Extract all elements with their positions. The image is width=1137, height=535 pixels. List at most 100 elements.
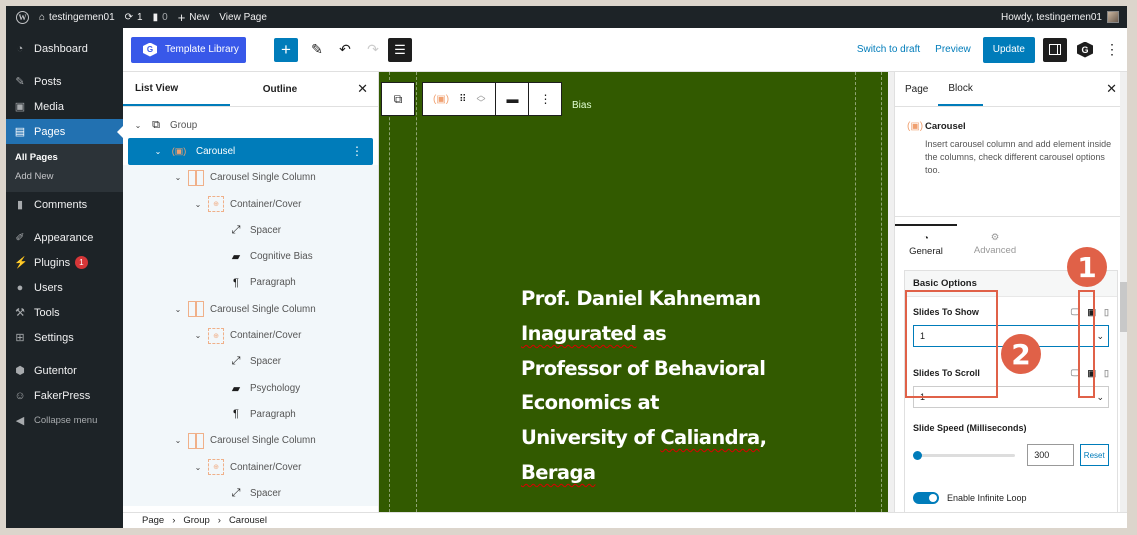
chevron-right-icon: ›	[217, 515, 221, 526]
chevron-down-icon[interactable]: ⌄	[173, 305, 183, 314]
gutentor-icon: ⬢	[15, 365, 25, 377]
menu-users[interactable]: ● Users	[6, 275, 123, 300]
close-list-view-button[interactable]: ✕	[357, 72, 368, 106]
menu-media[interactable]: ▣ Media	[6, 94, 123, 119]
menu-plugins[interactable]: ⚡ Plugins 1	[6, 250, 123, 275]
comments-link[interactable]: ▮ 0	[153, 12, 168, 23]
site-link[interactable]: ⌂ testingemen01	[39, 12, 115, 23]
menu-dashboard[interactable]: ◔ Dashboard	[6, 36, 123, 61]
menu-pages[interactable]: ▤ Pages	[6, 119, 123, 144]
list-view-toggle[interactable]: ☰	[388, 37, 412, 62]
refresh-icon: ⟳	[124, 11, 134, 23]
chevron-down-icon[interactable]: ⌄	[173, 436, 183, 445]
column-guide	[416, 72, 417, 512]
list-item-carousel-single-column[interactable]: ⌄ Carousel Single Column	[123, 427, 378, 454]
chevron-down-icon[interactable]: ⌄	[193, 463, 203, 472]
tab-page[interactable]: Page	[895, 72, 938, 106]
infinite-loop-toggle[interactable]	[913, 492, 939, 504]
menu-tools[interactable]: ⚒ Tools	[6, 300, 123, 325]
list-item-paragraph[interactable]: ¶ Paragraph	[123, 269, 378, 297]
carousel-paragraph[interactable]: Prof. Daniel Kahneman Inagurated as Prof…	[521, 282, 767, 491]
new-content-link[interactable]: + New	[178, 10, 210, 25]
menu-gutentor[interactable]: ⬢ Gutentor	[6, 358, 123, 383]
submenu-add-new[interactable]: Add New	[6, 167, 123, 186]
list-item-container-cover[interactable]: ⌄ ⊕ Container/Cover	[123, 453, 378, 481]
block-type-button[interactable]: (▣) ⠿ ︿ ﹀	[423, 83, 497, 115]
tab-list-view[interactable]: List View	[123, 72, 230, 106]
undo-button[interactable]: ↶	[336, 38, 354, 62]
pages-submenu: All Pages Add New	[6, 144, 123, 192]
reset-button[interactable]: Reset	[1079, 444, 1109, 466]
submenu-all-pages[interactable]: All Pages	[6, 148, 123, 167]
wordpress-logo[interactable]: W	[16, 10, 29, 24]
block-card: (▣) Carousel Insert carousel column and …	[895, 107, 1127, 217]
breadcrumb-page[interactable]: Page	[142, 515, 164, 526]
select-parent-button[interactable]: ⧉	[382, 83, 414, 115]
list-item-cognitive-bias[interactable]: ▰ Cognitive Bias	[123, 243, 378, 270]
redo-button[interactable]: ↷	[364, 38, 382, 62]
updates-link[interactable]: ⟳ 1	[125, 12, 143, 23]
alignment-button[interactable]: ▬	[496, 83, 530, 115]
tab-block[interactable]: Block	[938, 72, 983, 106]
template-library-button[interactable]: G Template Library	[131, 36, 246, 63]
list-item-spacer[interactable]: ⤢ Spacer	[123, 348, 378, 375]
chevron-down-icon[interactable]: ⌄	[193, 331, 203, 340]
slide-speed-slider[interactable]	[913, 450, 1016, 460]
breadcrumb-group[interactable]: Group	[183, 515, 209, 526]
close-settings-button[interactable]: ✕	[1106, 72, 1117, 106]
tools-button[interactable]: ✎	[308, 38, 326, 62]
chevron-down-icon[interactable]: ⌄	[173, 173, 183, 182]
wrench-icon: ⚒	[15, 307, 25, 319]
slide-speed-input[interactable]: 300	[1027, 444, 1074, 466]
drag-handle-icon[interactable]: ⠿	[459, 94, 466, 105]
settings-sidebar-toggle[interactable]	[1043, 37, 1067, 62]
carousel-block[interactable]: ⧉ (▣) ⠿ ︿ ﹀ ▬ ⋮ Bias Prof. Daniel Kahnema…	[379, 72, 888, 512]
menu-posts[interactable]: ✎ Posts	[6, 69, 123, 94]
tab-outline[interactable]: Outline	[230, 72, 330, 106]
menu-appearance[interactable]: ✐ Appearance	[6, 225, 123, 250]
menu-comments[interactable]: ▮ Comments	[6, 192, 123, 217]
update-button[interactable]: Update	[982, 36, 1035, 63]
mobile-icon[interactable]: ▯	[1104, 368, 1109, 379]
close-icon: ✕	[1106, 81, 1117, 96]
slider-handle[interactable]	[913, 450, 923, 460]
block-options-button[interactable]: ⋮	[529, 83, 561, 115]
mobile-icon[interactable]: ▯	[1104, 307, 1109, 318]
chevron-down-icon[interactable]: ⌄	[193, 200, 203, 209]
block-options-icon[interactable]: ⋮	[351, 144, 363, 158]
block-description: Insert carousel column and add element i…	[925, 139, 1112, 175]
tab-advanced[interactable]: ⚙ Advanced	[957, 224, 1033, 264]
switch-to-draft-button[interactable]: Switch to draft	[857, 44, 920, 55]
list-item-container-cover[interactable]: ⌄ ⊕ Container/Cover	[123, 322, 378, 349]
menu-settings[interactable]: ⊞ Settings	[6, 325, 123, 350]
preview-button[interactable]: Preview	[935, 44, 971, 55]
list-item-carousel[interactable]: ⌄ (▣) Carousel ⋮	[128, 138, 373, 165]
gutentor-button[interactable]: G	[1077, 41, 1093, 58]
list-item-group[interactable]: ⌄ ⧉ Group	[123, 112, 378, 138]
menu-fakerpress[interactable]: ☺ FakerPress	[6, 383, 123, 408]
cover-icon: ⊕	[207, 327, 225, 345]
cover-icon: ⊕	[207, 195, 225, 213]
settings-scrollbar[interactable]	[1120, 72, 1127, 512]
avatar	[1107, 11, 1119, 23]
list-item-container-cover[interactable]: ⌄ ⊕ Container/Cover	[123, 190, 378, 218]
list-item-carousel-single-column[interactable]: ⌄ Carousel Single Column	[123, 164, 378, 191]
list-item-paragraph[interactable]: ¶ Paragraph	[123, 401, 378, 428]
collapse-menu-button[interactable]: ◀ Collapse menu	[6, 408, 123, 433]
view-page-link[interactable]: View Page	[219, 12, 267, 23]
chevron-right-icon: ›	[172, 515, 176, 526]
block-inserter-button[interactable]: +	[274, 37, 298, 62]
account-menu[interactable]: Howdy, testingemen01	[1001, 11, 1119, 23]
annotation-highlight-labels	[905, 290, 998, 398]
move-up-down-icon[interactable]: ︿ ﹀	[476, 91, 485, 108]
chevron-down-icon[interactable]: ⌄	[133, 121, 143, 130]
list-item-psychology[interactable]: ▰ Psychology	[123, 374, 378, 402]
chevron-down-icon[interactable]: ⌄	[153, 147, 163, 156]
list-item-spacer[interactable]: ⤢ Spacer	[123, 480, 378, 507]
chevron-down-icon: ⌄	[1096, 391, 1104, 402]
tab-general[interactable]: ◔ General	[895, 224, 957, 264]
list-item-spacer[interactable]: ⤢ Spacer	[123, 217, 378, 244]
options-menu-button[interactable]: ⋮	[1105, 41, 1119, 58]
close-icon: ✕	[357, 81, 368, 96]
list-item-carousel-single-column[interactable]: ⌄ Carousel Single Column	[123, 296, 378, 323]
